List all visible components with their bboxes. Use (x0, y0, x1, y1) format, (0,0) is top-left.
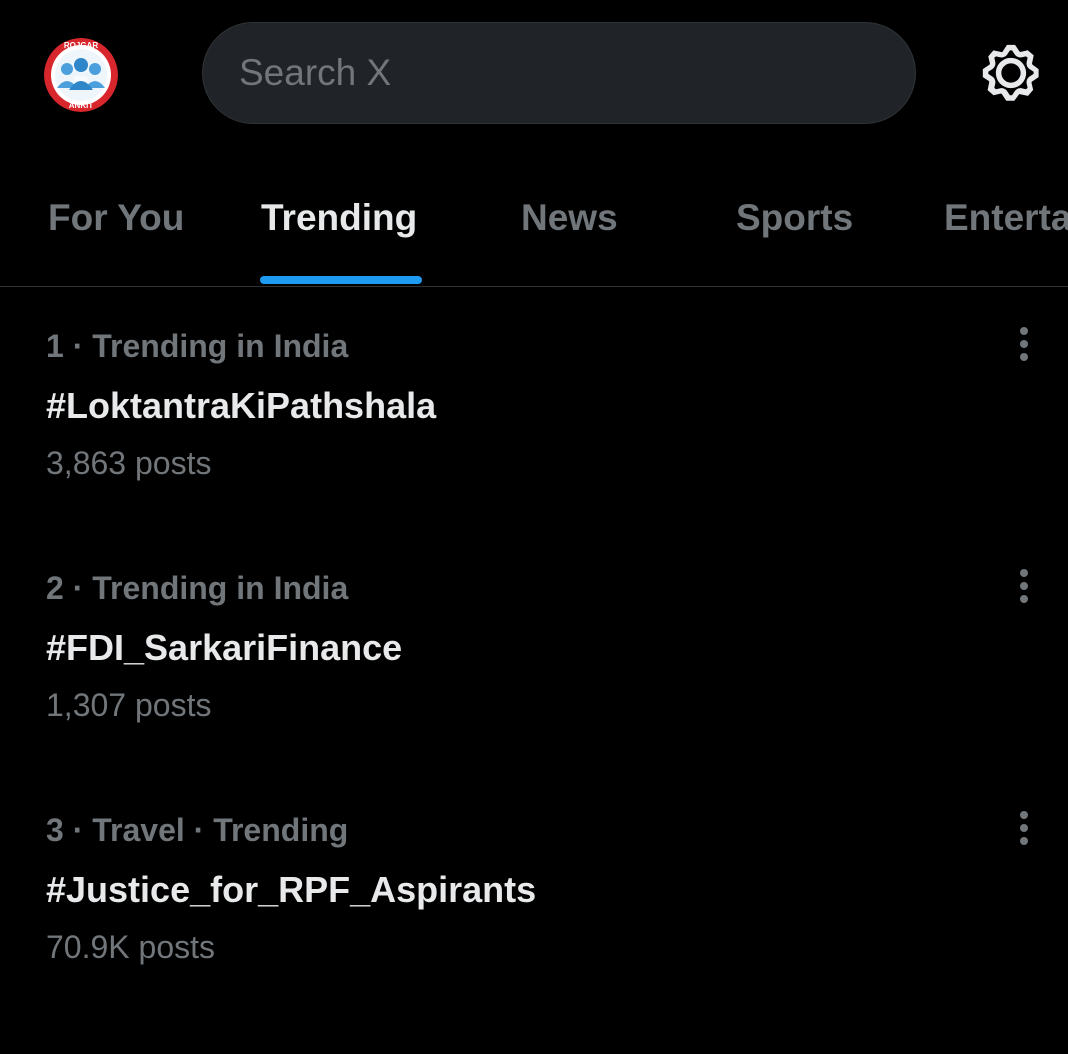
search-input[interactable] (237, 51, 915, 95)
avatar-logo-top-text: ROJGAR (64, 41, 98, 50)
trend-post-count: 3,863 posts (46, 445, 212, 481)
more-options-button[interactable] (1004, 806, 1044, 850)
profile-avatar[interactable]: With ROJGAR ANKIT (44, 38, 118, 112)
tab-news[interactable]: News (521, 150, 618, 286)
explore-tabs: For You Trending News Sports Entertainme… (0, 150, 1068, 287)
more-vertical-icon (1020, 811, 1028, 845)
tab-entertainment[interactable]: Entertainment (944, 150, 1068, 286)
trend-context: 1 · Trending in India (46, 328, 349, 364)
trend-hashtag: #FDI_SarkariFinance (46, 627, 403, 668)
top-bar: With ROJGAR ANKIT (0, 0, 1068, 150)
avatar-logo-bottom-text: ANKIT (69, 101, 94, 110)
trend-hashtag: #Justice_for_RPF_Aspirants (46, 869, 537, 910)
trend-post-count: 1,307 posts (46, 687, 212, 723)
more-options-button[interactable] (1004, 322, 1044, 366)
trend-context: 3 · Travel · Trending (46, 812, 349, 848)
trend-item[interactable]: 3 · Travel · Trending #Justice_for_RPF_A… (0, 811, 1068, 1054)
settings-button[interactable] (978, 40, 1044, 106)
tab-trending[interactable]: Trending (261, 150, 417, 286)
more-vertical-icon (1020, 327, 1028, 361)
gear-icon (982, 44, 1039, 101)
avatar-logo-mid-text: With (75, 77, 88, 83)
avatar-logo-icon: With ROJGAR ANKIT (44, 38, 118, 112)
more-options-button[interactable] (1004, 564, 1044, 608)
trend-item[interactable]: 1 · Trending in India #LoktantraKiPathsh… (0, 327, 1068, 570)
trend-hashtag: #LoktantraKiPathshala (46, 385, 437, 426)
more-vertical-icon (1020, 569, 1028, 603)
tab-for-you[interactable]: For You (48, 150, 184, 286)
trend-context: 2 · Trending in India (46, 570, 349, 606)
trend-post-count: 70.9K posts (46, 929, 215, 965)
trend-item[interactable]: 2 · Trending in India #FDI_SarkariFinanc… (0, 569, 1068, 812)
tab-sports[interactable]: Sports (736, 150, 853, 286)
search-bar[interactable] (202, 22, 916, 124)
active-tab-indicator (260, 276, 422, 284)
